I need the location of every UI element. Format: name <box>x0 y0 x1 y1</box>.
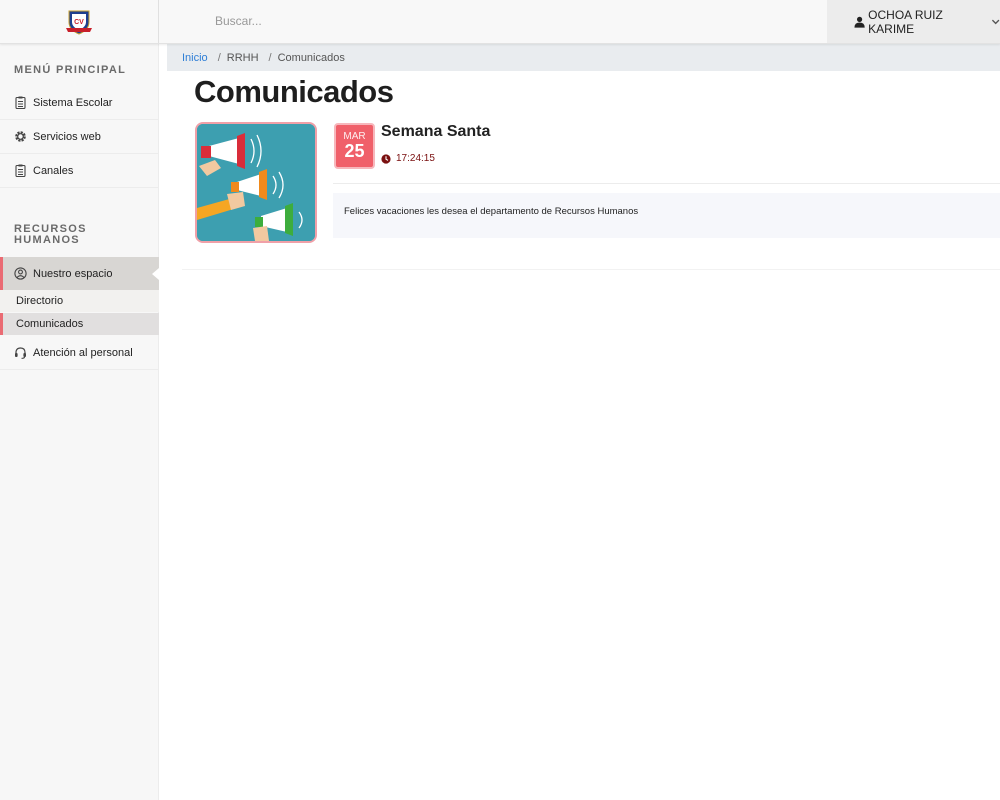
clipboard-icon <box>15 164 26 177</box>
sidebar-item-label: Comunicados <box>16 318 84 330</box>
page-title: Comunicados <box>194 74 394 109</box>
sidebar-subitem-comunicados[interactable]: Comunicados <box>0 313 159 335</box>
sidebar: MENÚ PRINCIPAL Sistema Escolar Servicios… <box>0 44 159 800</box>
breadcrumb-separator: / <box>217 51 221 64</box>
sidebar-item-sistema-escolar[interactable]: Sistema Escolar <box>0 86 159 120</box>
date-badge: MAR 25 <box>334 123 375 169</box>
user-circle-icon <box>14 267 27 280</box>
section-title-hr: RECURSOS HUMANOS <box>14 223 87 246</box>
date-month: MAR <box>343 131 366 142</box>
announcement-card: MAR 25 Semana Santa 17:24:15 Felices vac… <box>182 118 1000 270</box>
user-name: OCHOA RUIZ KARIME <box>868 7 943 36</box>
sidebar-item-servicios-web[interactable]: Servicios web <box>0 120 159 154</box>
clipboard-icon <box>15 96 26 109</box>
announcement-time-text: 17:24:15 <box>396 153 435 164</box>
sidebar-item-label: Servicios web <box>33 130 101 143</box>
sidebar-item-nuestro-espacio[interactable]: Nuestro espacio <box>0 257 159 290</box>
top-bar: CV OCHOA RUIZ KARIME <box>0 0 1000 44</box>
school-logo-icon: CV <box>66 10 92 35</box>
announcement-title[interactable]: Semana Santa <box>381 123 490 141</box>
logo-link[interactable]: CV <box>0 0 159 43</box>
sidebar-item-label: Canales <box>33 164 74 177</box>
headset-icon <box>15 347 26 359</box>
clock-icon <box>381 153 391 164</box>
divider <box>333 183 1000 184</box>
user-menu[interactable]: OCHOA RUIZ KARIME <box>827 0 1000 43</box>
sidebar-item-label: Atención al personal <box>33 346 133 359</box>
announcement-time: 17:24:15 <box>381 153 435 164</box>
breadcrumb: Inicio / RRHH / Comunicados <box>167 44 1000 71</box>
date-day: 25 <box>344 141 365 161</box>
sidebar-item-label: Nuestro espacio <box>33 267 113 280</box>
user-icon <box>854 16 865 28</box>
breadcrumb-link-inicio[interactable]: Inicio <box>182 52 208 64</box>
sidebar-item-atencion-personal[interactable]: Atención al personal <box>0 336 159 370</box>
section-title-main: MENÚ PRINCIPAL <box>14 64 127 76</box>
gear-icon <box>15 131 26 142</box>
megaphones-illustration-icon <box>197 124 315 241</box>
sidebar-item-label: Directorio <box>16 295 64 307</box>
sidebar-item-canales[interactable]: Canales <box>0 154 159 188</box>
sidebar-item-label: Sistema Escolar <box>33 96 113 109</box>
breadcrumb-separator: / <box>268 51 272 64</box>
svg-text:CV: CV <box>74 19 84 26</box>
sidebar-subitem-directorio[interactable]: Directorio <box>0 290 159 312</box>
megaphone-image[interactable] <box>195 122 317 243</box>
breadcrumb-item-rrhh[interactable]: RRHH <box>227 52 259 64</box>
announcement-body: Felices vacaciones les desea el departam… <box>333 193 1000 238</box>
breadcrumb-item-current: Comunicados <box>277 51 345 64</box>
search-input[interactable] <box>200 8 800 34</box>
chevron-down-icon <box>991 19 1000 24</box>
